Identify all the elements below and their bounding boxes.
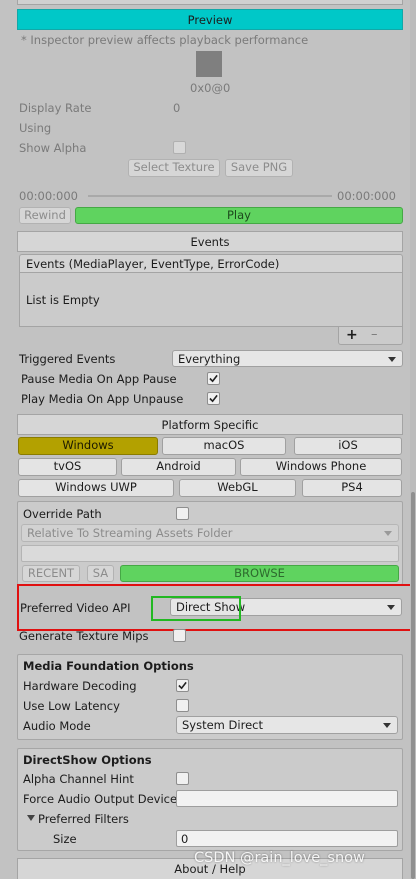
time-start: 00:00:000 — [19, 189, 78, 203]
generate-mips-label: Generate Texture Mips — [19, 629, 149, 643]
chevron-down-icon — [388, 356, 396, 362]
size-input[interactable]: 0 — [176, 830, 398, 847]
watermark-text: CSDN @rain_love_snow — [194, 850, 365, 866]
show-alpha-toggle[interactable] — [173, 141, 186, 154]
highlight-green-box — [151, 596, 241, 621]
platform-tab-ps4[interactable]: PS4 — [302, 479, 402, 497]
force-audio-label: Force Audio Output Device — [23, 792, 178, 806]
save-png-button[interactable]: Save PNG — [225, 159, 293, 177]
audio-mode-dropdown[interactable]: System Direct — [176, 716, 398, 734]
path-mode-dropdown[interactable]: Relative To Streaming Assets Folder — [21, 524, 399, 542]
triggered-events-dropdown[interactable]: Everything — [172, 350, 403, 367]
platform-tab-ios[interactable]: iOS — [294, 437, 402, 455]
audio-mode-label: Audio Mode — [23, 719, 91, 733]
path-mode-value: Relative To Streaming Assets Folder — [27, 526, 233, 540]
checkmark-icon — [178, 681, 187, 690]
platform-title: Platform Specific — [161, 417, 259, 432]
add-event-button[interactable]: + — [346, 327, 358, 343]
preview-header[interactable]: Preview — [17, 9, 403, 30]
events-list-header-text: Events (MediaPlayer, EventType, ErrorCod… — [26, 256, 280, 271]
play-button[interactable]: Play — [75, 207, 403, 224]
rewind-button[interactable]: Rewind — [19, 207, 71, 224]
path-input[interactable] — [21, 545, 399, 562]
platform-header[interactable]: Platform Specific — [17, 414, 403, 435]
platform-tab-tvos[interactable]: tvOS — [18, 458, 117, 476]
directshow-title: DirectShow Options — [23, 753, 152, 767]
preview-note: * Inspector preview affects playback per… — [21, 33, 309, 47]
hardware-decoding-toggle[interactable] — [176, 679, 189, 692]
using-label: Using — [19, 121, 52, 135]
override-path-label: Override Path — [23, 507, 102, 521]
alpha-hint-label: Alpha Channel Hint — [23, 772, 134, 786]
preview-resolution: 0x0@0 — [190, 81, 231, 95]
size-label: Size — [53, 832, 77, 846]
checkmark-icon — [209, 394, 218, 403]
triangle-down-icon[interactable] — [27, 815, 35, 821]
events-header[interactable]: Events — [17, 231, 403, 252]
low-latency-label: Use Low Latency — [23, 699, 120, 713]
top-header-remnant — [17, 0, 403, 5]
media-foundation-title: Media Foundation Options — [23, 659, 194, 673]
preview-title: Preview — [187, 12, 233, 27]
pause-media-toggle[interactable] — [207, 372, 220, 385]
events-title: Events — [190, 234, 230, 249]
play-media-toggle[interactable] — [207, 392, 220, 405]
checkmark-icon — [209, 374, 218, 383]
select-texture-button[interactable]: Select Texture — [128, 159, 220, 177]
platform-tab-webgl[interactable]: WebGL — [179, 479, 296, 497]
display-rate-value: 0 — [173, 101, 181, 115]
chevron-down-icon — [384, 531, 392, 536]
audio-mode-value: System Direct — [182, 718, 263, 732]
events-empty-text: List is Empty — [26, 293, 100, 307]
alpha-hint-toggle[interactable] — [176, 772, 189, 785]
chevron-down-icon — [387, 605, 395, 610]
scrollbar-thumb[interactable] — [411, 492, 415, 879]
play-media-label: Play Media On App Unpause — [21, 392, 184, 406]
override-path-toggle[interactable] — [176, 507, 189, 520]
platform-tab-windows[interactable]: Windows — [18, 437, 158, 455]
generate-mips-toggle[interactable] — [173, 629, 186, 642]
platform-tab-windows-phone[interactable]: Windows Phone — [240, 458, 402, 476]
browse-button[interactable]: BROWSE — [120, 565, 399, 582]
low-latency-toggle[interactable] — [176, 699, 189, 712]
preferred-api-label: Preferred Video API — [20, 601, 131, 615]
platform-tab-windows-uwp[interactable]: Windows UWP — [18, 479, 174, 497]
events-list-header: Events (MediaPlayer, EventType, ErrorCod… — [19, 254, 403, 273]
preview-thumbnail — [196, 51, 222, 77]
platform-tab-android[interactable]: Android — [121, 458, 236, 476]
display-rate-label: Display Rate — [19, 101, 92, 115]
time-end: 00:00:000 — [337, 189, 396, 203]
timeline-slider[interactable] — [88, 195, 332, 197]
size-value: 0 — [181, 831, 189, 846]
show-alpha-label: Show Alpha — [19, 141, 87, 155]
triggered-events-label: Triggered Events — [19, 352, 116, 366]
events-list-body: List is Empty — [19, 273, 403, 327]
force-audio-input[interactable] — [176, 790, 398, 807]
platform-tab-macos[interactable]: macOS — [162, 437, 286, 455]
recent-button[interactable]: RECENT — [22, 565, 80, 582]
preferred-filters-label[interactable]: Preferred Filters — [38, 811, 129, 827]
pause-media-label: Pause Media On App Pause — [21, 372, 177, 386]
hardware-decoding-label: Hardware Decoding — [23, 679, 137, 693]
sa-button[interactable]: SA — [87, 565, 114, 582]
triggered-events-value: Everything — [178, 351, 241, 366]
remove-event-button[interactable]: – — [371, 327, 378, 343]
chevron-down-icon — [383, 723, 391, 728]
